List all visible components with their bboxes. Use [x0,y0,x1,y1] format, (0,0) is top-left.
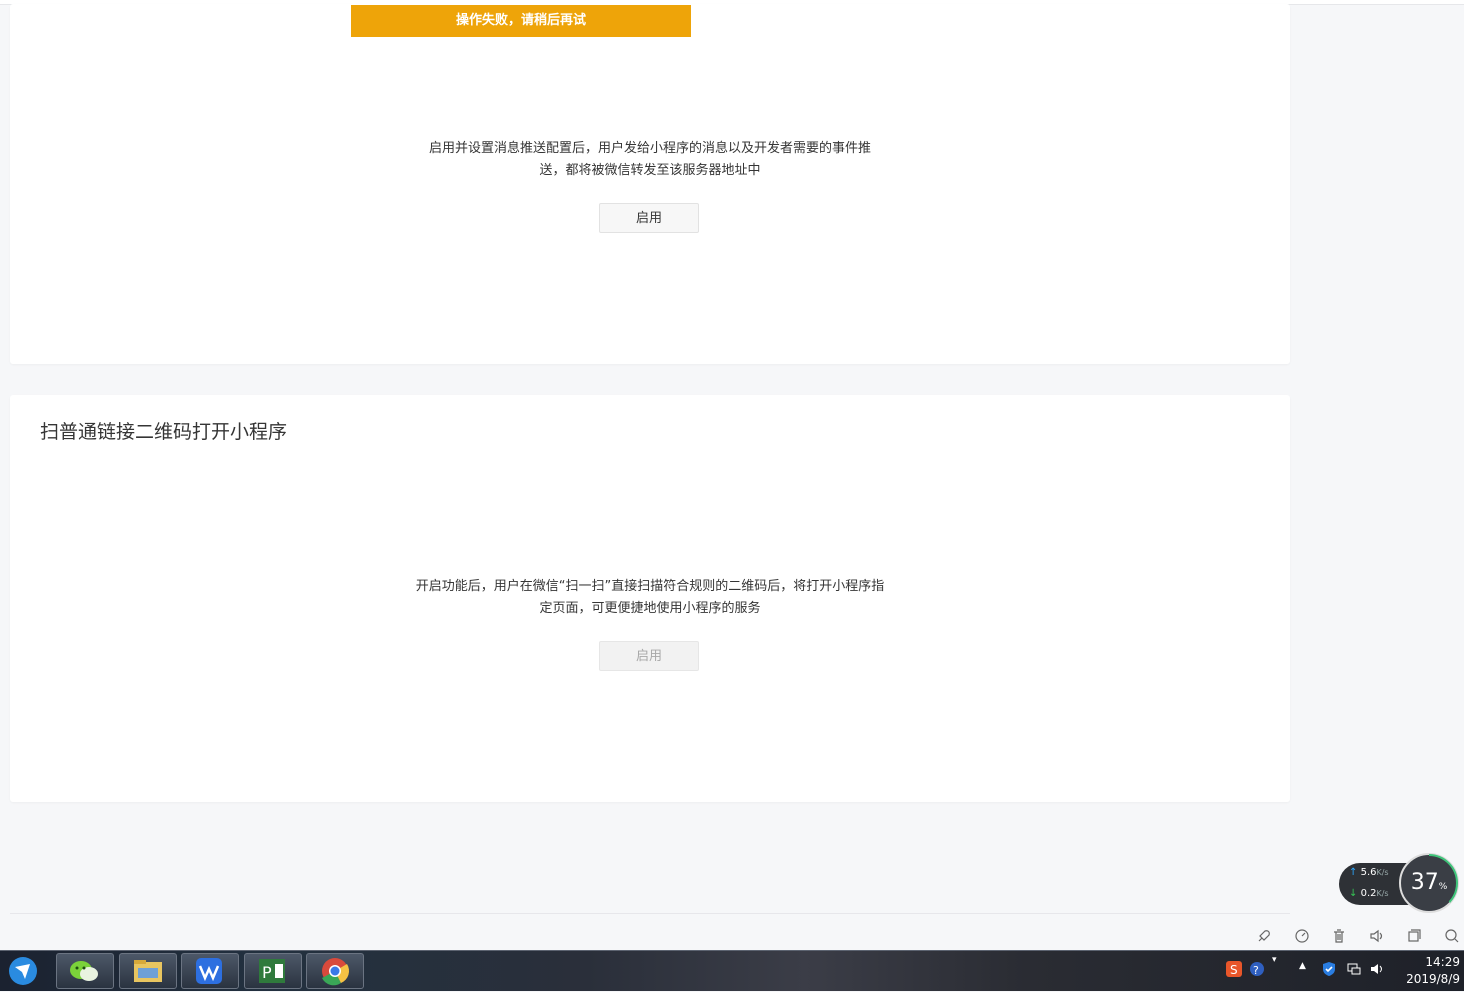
taskbar: P S ? ▾ ▲ 14:29 2019/8/9 [0,950,1464,991]
description-line: 送，都将被微信转发至该服务器地址中 [539,163,761,178]
gauge-value: 37% [1401,870,1457,895]
show-hidden-icons-icon[interactable]: ▲ [1299,961,1306,971]
help-icon[interactable]: ? [1249,961,1265,981]
trash-icon[interactable] [1329,928,1349,948]
description-line: 定页面，可更便捷地使用小程序的服务 [539,601,761,616]
description-line: 启用并设置消息推送配置后，用户发给小程序的消息以及开发者需要的事件推 [428,141,871,156]
volume-icon[interactable] [1367,928,1387,948]
download-speed: ↓ 0.2K/s [1349,888,1389,899]
speaker-icon[interactable] [1369,961,1385,981]
network-icon[interactable] [1346,961,1362,981]
percent-unit: % [1438,882,1448,892]
project-icon[interactable]: P [244,953,302,989]
percent-value: 37 [1410,870,1439,895]
upload-unit: K/s [1376,868,1389,877]
file-explorer-icon[interactable] [119,953,177,989]
wps-icon[interactable] [181,953,239,989]
upload-value: 5.6 [1360,867,1377,878]
wechat-icon[interactable] [56,953,114,989]
download-unit: K/s [1376,889,1389,898]
search-icon[interactable] [1442,928,1462,948]
qrcode-description: 开启功能后，用户在微信“扫一扫”直接扫描符合规则的二维码后，将打开小程序指 定页… [10,576,1290,620]
clock-date: 2019/8/9 [1406,972,1460,986]
enable-message-push-button[interactable]: 启用 [599,203,699,233]
svg-text:P: P [262,963,272,982]
message-push-card: 启用并设置消息推送配置后，用户发给小程序的消息以及开发者需要的事件推 送，都将被… [10,4,1290,364]
section-title: 扫普通链接二维码打开小程序 [40,421,288,443]
qrcode-open-card: 扫普通链接二维码打开小程序 开启功能后，用户在微信“扫一扫”直接扫描符合规则的二… [10,395,1290,802]
svg-text:?: ? [1253,964,1259,977]
quick-tools-bar [1250,928,1464,948]
upload-speed: ↑ 5.6K/s [1349,867,1389,878]
system-clock[interactable]: 14:29 2019/8/9 [1396,954,1460,988]
chrome-icon[interactable] [306,953,364,989]
sogou-ime-icon[interactable]: S [1226,961,1242,981]
footer-divider [10,913,1290,914]
speedometer-icon[interactable] [1292,928,1312,948]
download-arrow-icon: ↓ [1349,888,1358,899]
upload-arrow-icon: ↑ [1349,867,1358,878]
security-shield-icon[interactable] [1321,961,1337,981]
download-value: 0.2 [1360,888,1377,899]
clock-time: 14:29 [1425,955,1460,969]
error-toast: 操作失败，请稍后再试 [351,5,691,37]
message-push-description: 启用并设置消息推送配置后，用户发给小程序的消息以及开发者需要的事件推 送，都将被… [10,138,1290,182]
ime-settings-icon[interactable]: ▾ [1272,955,1277,965]
svg-text:S: S [1230,963,1238,977]
description-line: 开启功能后，用户在微信“扫一扫”直接扫描符合规则的二维码后，将打开小程序指 [415,579,885,594]
start-icon[interactable] [6,955,42,987]
enable-qrcode-button[interactable]: 启用 [599,641,699,671]
rocket-icon[interactable] [1254,928,1274,948]
memory-usage-gauge[interactable]: 37% [1399,853,1459,913]
window-icon[interactable] [1404,928,1424,948]
